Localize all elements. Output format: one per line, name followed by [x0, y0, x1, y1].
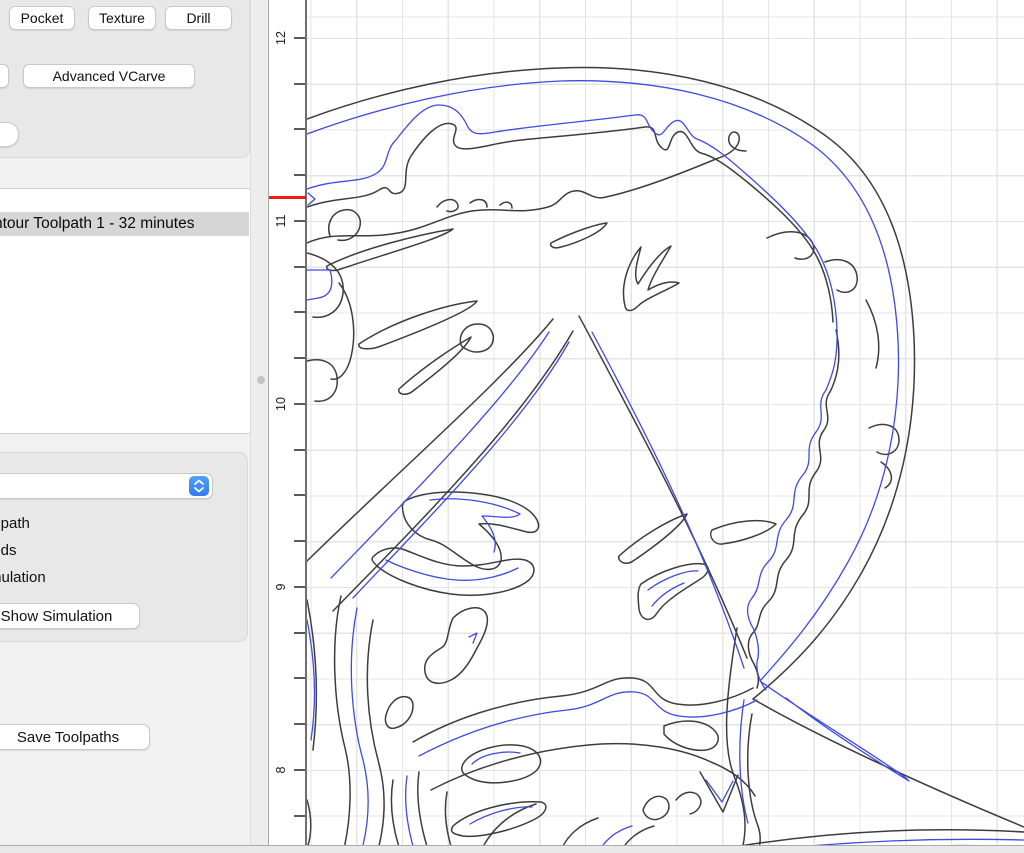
ruler-tick	[294, 128, 305, 130]
ruler-tick	[294, 174, 305, 176]
ruler-position-marker	[269, 196, 306, 199]
save-toolpaths-button[interactable]: Save Toolpaths	[0, 724, 150, 750]
ruler-tick	[294, 37, 305, 39]
show-toolpath-option-label[interactable]: olpath	[0, 515, 30, 532]
cutoff-pill-button[interactable]	[0, 122, 19, 147]
panel-splitter[interactable]	[250, 0, 268, 845]
view-options-card: olpath pids mulation Show Simulation	[0, 452, 248, 642]
ruler-tick	[294, 632, 305, 634]
design-canvas[interactable]	[307, 0, 1024, 845]
pocket-button[interactable]: Pocket	[9, 6, 75, 30]
window-bottom-bar	[0, 845, 1024, 853]
ruler-tick	[294, 357, 305, 359]
ruler-tick	[294, 769, 305, 771]
ruler-tick	[294, 403, 305, 405]
show-simulation-button-label: Show Simulation	[1, 608, 113, 625]
ruler-label: 10	[274, 390, 292, 418]
toolpath-view-dropdown[interactable]	[0, 473, 213, 499]
show-simulation-button[interactable]: Show Simulation	[0, 603, 140, 629]
ruler-tick	[294, 494, 305, 496]
toolpath-buttons-card: Pocket Texture Drill Advanced VCarve	[0, 0, 250, 158]
toolpath-canvas-svg	[307, 0, 1024, 845]
cutoff-button-left[interactable]	[0, 64, 9, 88]
ruler-tick	[294, 266, 305, 268]
save-toolpaths-button-label: Save Toolpaths	[17, 729, 119, 746]
cam-software-window: { "panel": { "buttons_row1": ["Pocket", …	[0, 0, 1024, 853]
advanced-vcarve-button[interactable]: Advanced VCarve	[23, 64, 195, 88]
chevron-up-down-icon[interactable]	[189, 476, 209, 496]
ruler-label: 8	[274, 756, 292, 784]
ruler-tick	[294, 220, 305, 222]
texture-button[interactable]: Texture	[88, 6, 156, 30]
ruler-tick	[294, 311, 305, 313]
vertical-ruler: 12 11 10 9 8	[268, 0, 307, 845]
drill-button-label: Drill	[186, 10, 210, 26]
toolpath-panel: Pocket Texture Drill Advanced VCarve nto…	[0, 0, 250, 845]
texture-button-label: Texture	[99, 10, 145, 26]
ruler-tick	[294, 586, 305, 588]
ruler-tick	[294, 677, 305, 679]
toolpath-list[interactable]: ntour Toolpath 1 - 32 minutes	[0, 188, 251, 434]
show-rapids-option-label[interactable]: pids	[0, 542, 17, 559]
ruler-tick	[294, 83, 305, 85]
toolpath-item-label: ntour Toolpath 1 - 32 minutes	[0, 215, 194, 232]
ruler-tick	[294, 815, 305, 817]
advanced-vcarve-label: Advanced VCarve	[53, 68, 166, 84]
ruler-label: 9	[274, 573, 292, 601]
show-simulation-option-label[interactable]: mulation	[0, 569, 46, 586]
ruler-label: 11	[274, 207, 292, 235]
ruler-tick	[294, 540, 305, 542]
ruler-tick	[294, 723, 305, 725]
toolpath-list-item-selected[interactable]: ntour Toolpath 1 - 32 minutes	[0, 212, 249, 236]
drill-button[interactable]: Drill	[165, 6, 232, 30]
pocket-button-label: Pocket	[21, 10, 64, 26]
ruler-label: 12	[274, 24, 292, 52]
splitter-handle-icon[interactable]	[257, 376, 265, 384]
ruler-tick	[294, 449, 305, 451]
